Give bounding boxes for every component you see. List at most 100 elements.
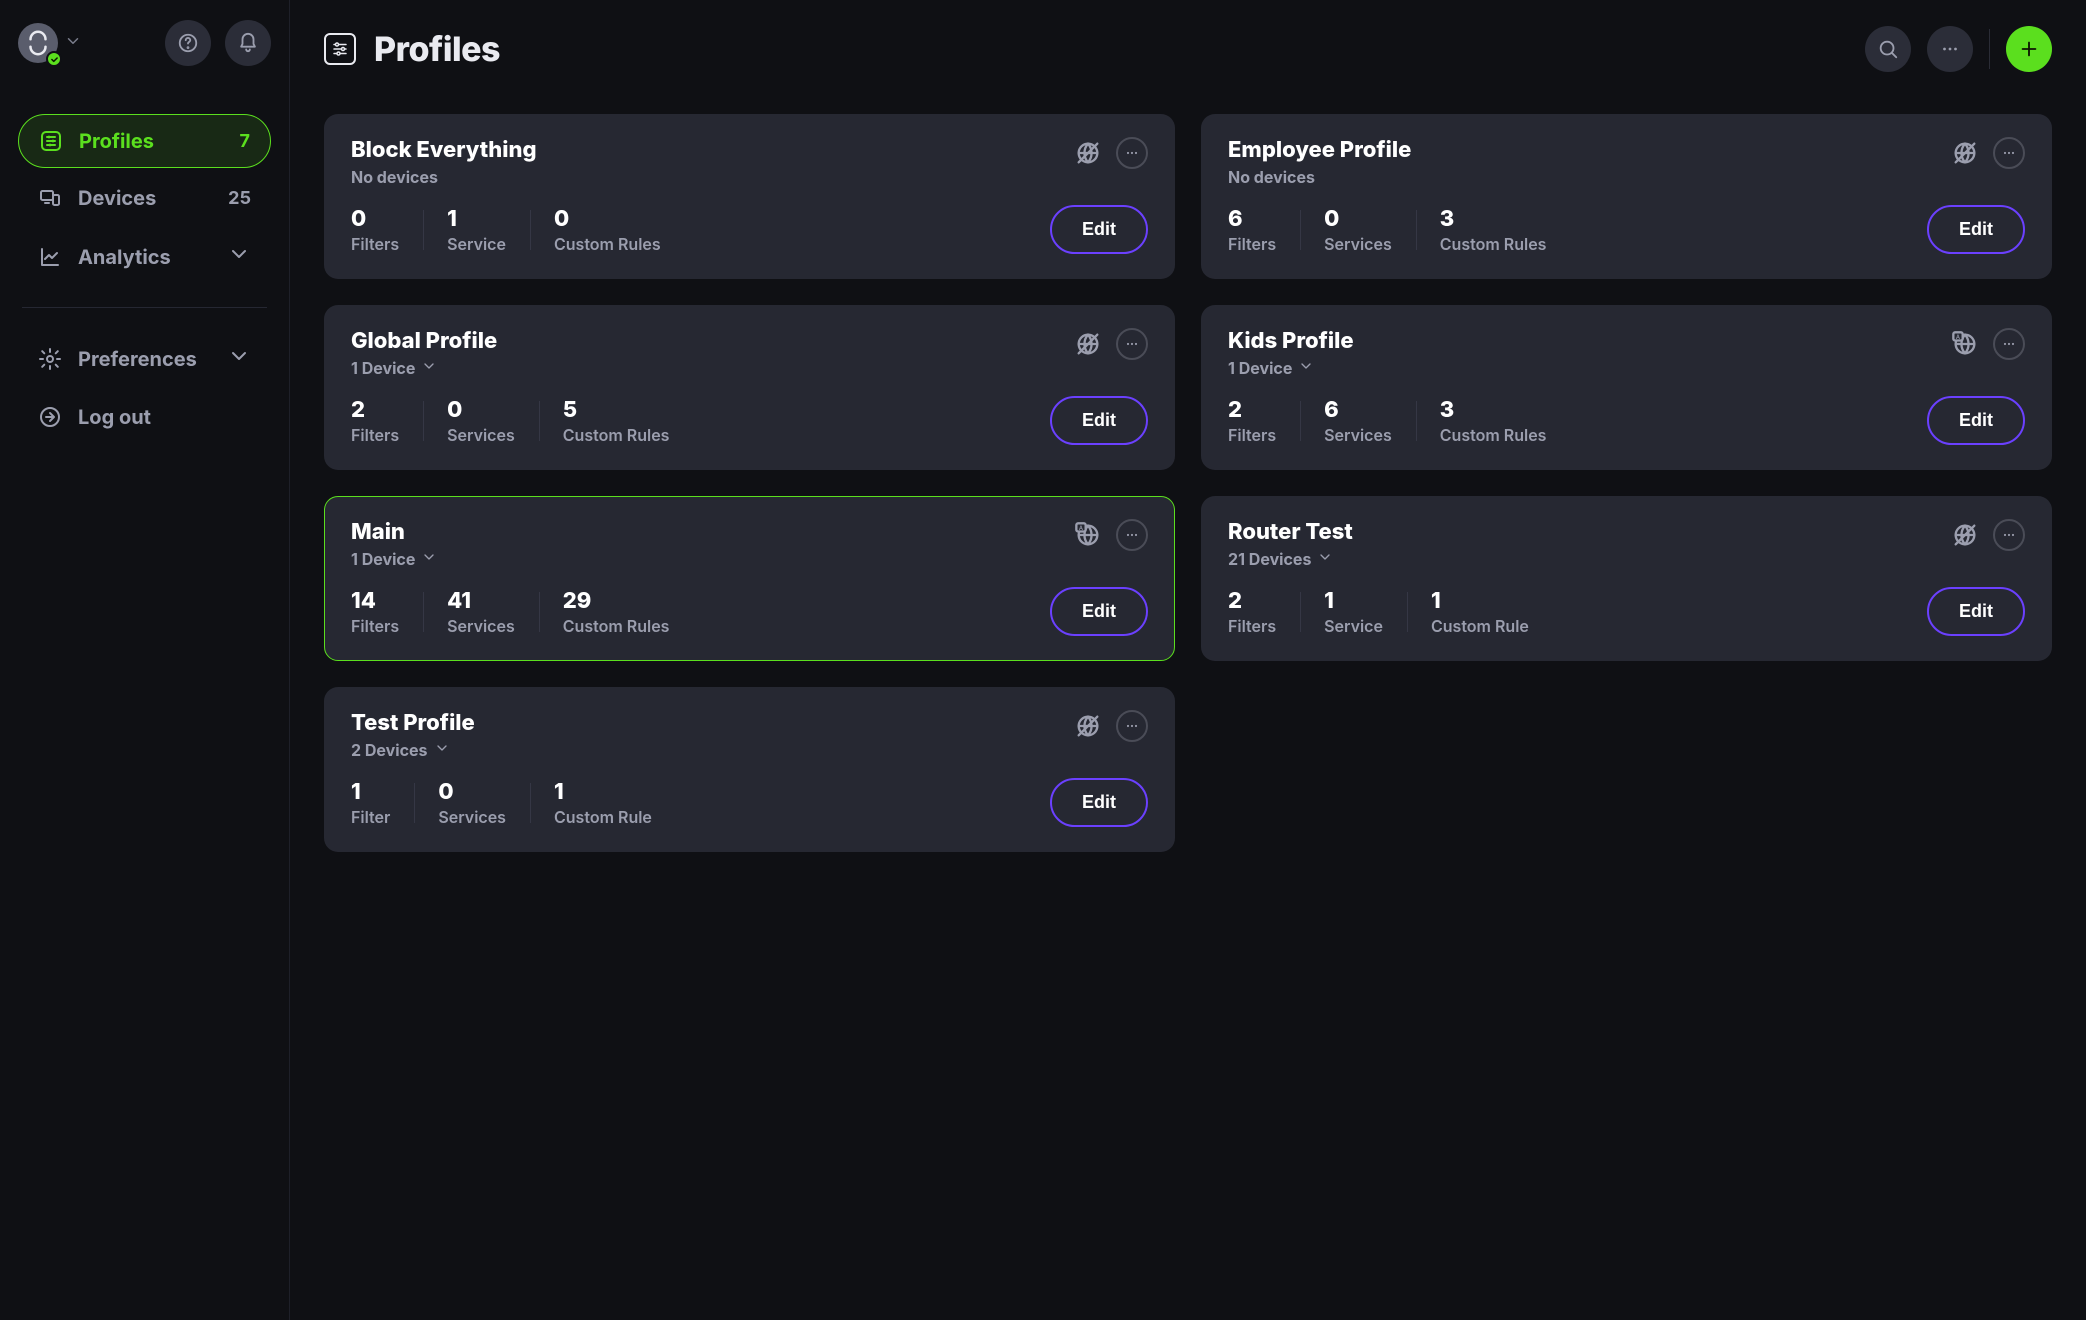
stat-value: 3 — [1440, 206, 1547, 232]
stat-value: 1 — [447, 206, 506, 232]
stat-value: 6 — [1324, 397, 1392, 423]
stat-label: Custom Rule — [1431, 616, 1529, 636]
stat: 1Custom Rule — [1407, 588, 1553, 636]
stat-label: Filter — [351, 807, 390, 827]
stat-value: 0 — [554, 206, 661, 232]
stat-value: 2 — [1228, 588, 1276, 614]
stat-value: 1 — [1431, 588, 1529, 614]
stat-value: 6 — [1228, 206, 1276, 232]
stat: 6Services — [1300, 397, 1416, 445]
edit-button[interactable]: Edit — [1050, 778, 1148, 827]
profile-devices-label: 1 Device — [351, 549, 415, 569]
sidebar-item-log-out[interactable]: Log out — [18, 391, 271, 443]
globe-off-icon[interactable] — [1951, 521, 1979, 549]
stat-value: 14 — [351, 588, 399, 614]
profile-card: Test Profile2 Devices1Filter0Services1Cu… — [324, 687, 1175, 852]
stat-value: 0 — [351, 206, 399, 232]
stat: 6Filters — [1228, 206, 1300, 254]
edit-button[interactable]: Edit — [1050, 205, 1148, 254]
globe-auto-icon[interactable]: A — [1074, 521, 1102, 549]
stat: 1Service — [423, 206, 530, 254]
profile-devices-label: 1 Device — [351, 358, 415, 378]
help-button[interactable] — [165, 20, 211, 66]
profiles-grid: Block EverythingNo devices0Filters1Servi… — [324, 114, 2052, 852]
stat-label: Custom Rules — [1440, 234, 1547, 254]
card-menu-button[interactable] — [1993, 137, 2025, 169]
card-menu-button[interactable] — [1993, 519, 2025, 551]
card-menu-button[interactable] — [1116, 137, 1148, 169]
globe-off-icon[interactable] — [1074, 712, 1102, 740]
stat-label: Custom Rules — [554, 234, 661, 254]
profile-title: Kids Profile — [1228, 328, 1354, 354]
stat: 2Filters — [1228, 397, 1300, 445]
profile-card: Employee Profile No devices 6Filters0Servi… — [1201, 114, 2052, 279]
card-menu-button[interactable] — [1116, 710, 1148, 742]
sidebar-item-analytics[interactable]: Analytics — [18, 228, 271, 285]
stat: 1Service — [1300, 588, 1407, 636]
profile-devices-label: 2 Devices — [351, 740, 428, 760]
stat-label: Filters — [1228, 616, 1276, 636]
edit-button[interactable]: Edit — [1050, 396, 1148, 445]
main: Profiles Block EverythingNo devices0Filt… — [290, 0, 2086, 1320]
profile-devices-label: No devices — [1228, 167, 1315, 187]
edit-button[interactable]: Edit — [1927, 396, 2025, 445]
analytics-icon — [38, 245, 62, 269]
card-menu-button[interactable] — [1993, 328, 2025, 360]
separator — [1989, 29, 1990, 69]
add-profile-button[interactable] — [2006, 26, 2052, 72]
sidebar-nav: Profiles7Devices25 Analytics Preferences Lo… — [18, 114, 271, 443]
sidebar-item-label: Analytics — [78, 245, 211, 269]
profile-title: Main — [351, 519, 437, 545]
gear-icon — [38, 347, 62, 371]
stat: 0Filters — [351, 206, 423, 254]
profile-title: Employee Profile — [1228, 137, 1411, 163]
stat-value: 29 — [563, 588, 670, 614]
stat-value: 3 — [1440, 397, 1547, 423]
chevron-down-icon — [1317, 549, 1333, 569]
stat-label: Services — [438, 807, 506, 827]
edit-button[interactable]: Edit — [1927, 205, 2025, 254]
svg-text:A: A — [1956, 334, 1960, 341]
profile-devices-label: 21 Devices — [1228, 549, 1311, 569]
stat-value: 0 — [1324, 206, 1392, 232]
profile-devices[interactable]: 1 Device — [351, 549, 437, 569]
sidebar-item-preferences[interactable]: Preferences — [18, 330, 271, 387]
stat: 0Services — [423, 397, 539, 445]
account-switcher[interactable] — [18, 23, 82, 63]
notifications-button[interactable] — [225, 20, 271, 66]
edit-button[interactable]: Edit — [1050, 587, 1148, 636]
globe-off-icon[interactable] — [1951, 139, 1979, 167]
stat: 0Services — [1300, 206, 1416, 254]
stat-label: Custom Rules — [563, 616, 670, 636]
stat-value: 1 — [1324, 588, 1383, 614]
sidebar-item-count: 7 — [240, 131, 250, 152]
sidebar-item-devices[interactable]: Devices25 — [18, 172, 271, 224]
card-menu-button[interactable] — [1116, 328, 1148, 360]
stat-label: Custom Rules — [563, 425, 670, 445]
more-menu-button[interactable] — [1927, 26, 1973, 72]
search-button[interactable] — [1865, 26, 1911, 72]
stat: 5Custom Rules — [539, 397, 694, 445]
globe-auto-icon[interactable]: A — [1951, 330, 1979, 358]
card-menu-button[interactable] — [1116, 519, 1148, 551]
sidebar-item-profiles[interactable]: Profiles7 — [18, 114, 271, 168]
edit-button[interactable]: Edit — [1927, 587, 2025, 636]
profile-devices[interactable]: 2 Devices — [351, 740, 475, 760]
page-header: Profiles — [324, 26, 2052, 72]
page-title: Profiles — [374, 29, 500, 70]
stat: 2Filters — [1228, 588, 1300, 636]
stat-label: Service — [1324, 616, 1383, 636]
stat: 14Filters — [351, 588, 423, 636]
chevron-down-icon — [421, 549, 437, 569]
chevron-down-icon — [1298, 358, 1314, 378]
profile-devices[interactable]: 21 Devices — [1228, 549, 1353, 569]
sidebar-item-label: Log out — [78, 405, 251, 429]
stat: 2Filters — [351, 397, 423, 445]
globe-off-icon[interactable] — [1074, 139, 1102, 167]
stat-label: Custom Rules — [1440, 425, 1547, 445]
chevron-down-icon — [227, 242, 251, 271]
profile-devices[interactable]: 1 Device — [1228, 358, 1354, 378]
profile-devices[interactable]: 1 Device — [351, 358, 497, 378]
stat: 0Services — [414, 779, 530, 827]
globe-off-icon[interactable] — [1074, 330, 1102, 358]
